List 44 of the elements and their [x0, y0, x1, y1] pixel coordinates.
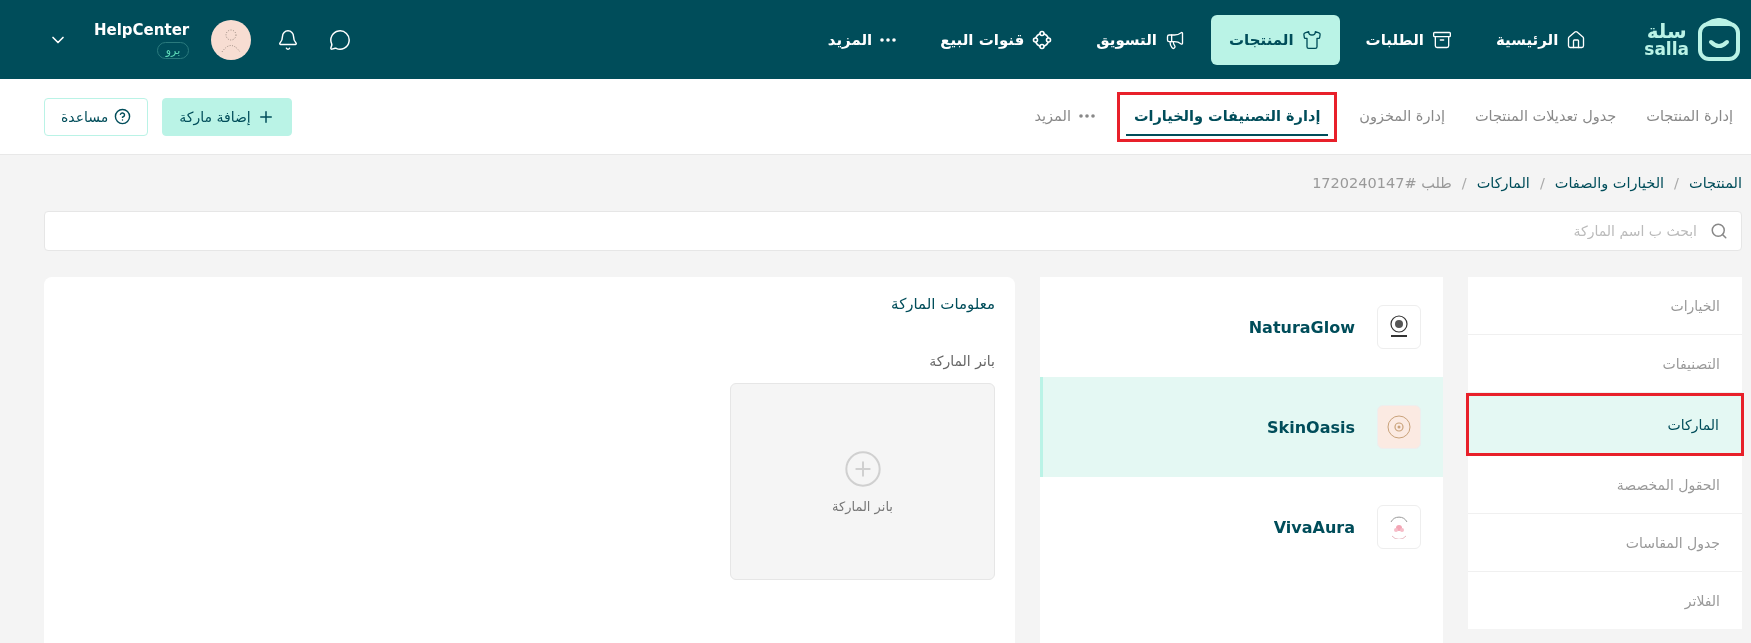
more-icon	[880, 37, 897, 42]
brand-row[interactable]: SkinOasis	[1040, 377, 1443, 477]
breadcrumb-link[interactable]: المنتجات	[1689, 175, 1742, 191]
breadcrumb-link[interactable]: الخيارات والصفات	[1554, 175, 1665, 191]
help-button[interactable]: مساعدة	[44, 97, 149, 136]
add-icon	[842, 449, 883, 489]
nav-item[interactable]: التسويق	[1078, 14, 1203, 65]
breadcrumb-separator: /	[1461, 175, 1467, 191]
user-name: HelpCenter	[94, 20, 190, 39]
search-icon	[1710, 222, 1728, 240]
brand-logo-icon	[1386, 414, 1412, 440]
logo-text: salla	[1644, 41, 1689, 58]
avatar[interactable]	[211, 19, 252, 60]
field-label: بانر الماركة	[929, 353, 995, 369]
nav-item[interactable]: الطلبات	[1347, 14, 1470, 65]
home-icon	[1566, 29, 1587, 50]
sidebar-item[interactable]: الماركات	[1469, 396, 1741, 453]
network-icon	[1032, 29, 1053, 50]
tab[interactable]: جدول تعديلات المنتجات	[1466, 97, 1625, 136]
search-field[interactable]: ابحث ب اسم الماركة	[44, 211, 1742, 251]
nav-item[interactable]: المزيد	[809, 14, 915, 65]
bag-logo-icon	[1697, 17, 1741, 62]
bell-icon	[277, 28, 300, 51]
help-icon	[114, 108, 132, 125]
add-brand-button[interactable]: إضافة ماركة	[162, 97, 292, 136]
tab[interactable]: المزيد	[1026, 97, 1103, 136]
tab[interactable]: إدارة المخزون	[1351, 97, 1453, 136]
breadcrumb-separator: /	[1539, 175, 1545, 191]
card-title: معلومات الماركة	[891, 295, 995, 313]
nav-item[interactable]: قنوات البيع	[922, 14, 1071, 65]
shirt-icon	[1301, 29, 1322, 50]
banner-upload[interactable]: بانر الماركة	[730, 383, 995, 580]
logo-text: سلة	[1646, 21, 1687, 41]
brand-logo-icon	[1388, 315, 1410, 339]
archive-icon	[1431, 29, 1452, 50]
breadcrumb-separator: /	[1674, 175, 1679, 191]
chat-icon	[329, 28, 352, 51]
megaphone-icon	[1165, 29, 1185, 50]
tab[interactable]: إدارة التصنيفات والخيارات	[1125, 97, 1329, 136]
more-icon	[1078, 113, 1095, 118]
tab[interactable]: إدارة المنتجات	[1638, 97, 1741, 136]
breadcrumb-link[interactable]: الماركات	[1476, 175, 1530, 191]
nav-item[interactable]: المنتجات	[1211, 14, 1340, 65]
nav-item[interactable]: الرئيسية	[1477, 14, 1605, 65]
